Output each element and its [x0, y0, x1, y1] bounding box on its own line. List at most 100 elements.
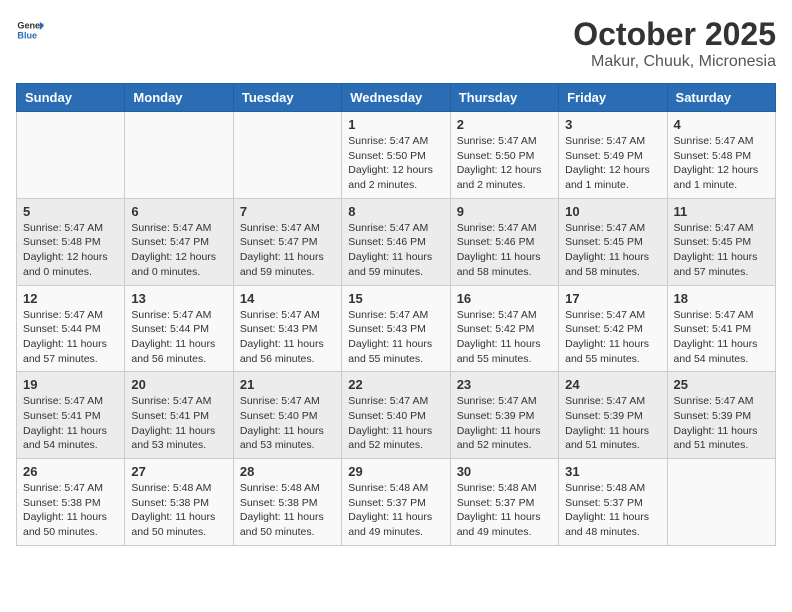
calendar-day-cell: 27 Sunrise: 5:48 AM Sunset: 5:38 PM Dayli… — [125, 459, 233, 546]
calendar-day-cell: 16 Sunrise: 5:47 AM Sunset: 5:42 PM Dayli… — [450, 285, 558, 372]
calendar-day-cell: 26Sunrise: 5:47 AM Sunset: 5:38 PM Dayli… — [17, 459, 125, 546]
weekday-header-cell: Friday — [559, 84, 667, 112]
day-info: Sunrise: 5:47 AM Sunset: 5:46 PM Dayligh… — [348, 221, 443, 280]
day-number: 5 — [23, 204, 118, 219]
weekday-header-cell: Monday — [125, 84, 233, 112]
calendar-day-cell: 25 Sunrise: 5:47 AM Sunset: 5:39 PM Dayli… — [667, 372, 775, 459]
calendar-week-row: 12 Sunrise: 5:47 AM Sunset: 5:44 PM Dayli… — [17, 285, 776, 372]
weekday-header-row: SundayMondayTuesdayWednesdayThursdayFrid… — [17, 84, 776, 112]
day-info: Sunrise: 5:47 AM Sunset: 5:50 PM Dayligh… — [457, 134, 552, 193]
day-number: 28 — [240, 464, 335, 479]
header: General Blue October 2025 Makur, Chuuk, … — [16, 16, 776, 71]
calendar-day-cell: 3 Sunrise: 5:47 AM Sunset: 5:49 PM Daylig… — [559, 112, 667, 199]
calendar-week-row: 26Sunrise: 5:47 AM Sunset: 5:38 PM Dayli… — [17, 459, 776, 546]
calendar-day-cell — [233, 112, 341, 199]
day-number: 26 — [23, 464, 118, 479]
day-number: 10 — [565, 204, 660, 219]
day-number: 2 — [457, 117, 552, 132]
day-info: Sunrise: 5:47 AM Sunset: 5:48 PM Dayligh… — [23, 221, 118, 280]
calendar-day-cell: 30Sunrise: 5:48 AM Sunset: 5:37 PM Dayli… — [450, 459, 558, 546]
calendar-body: 1 Sunrise: 5:47 AM Sunset: 5:50 PM Daylig… — [17, 112, 776, 546]
day-info: Sunrise: 5:47 AM Sunset: 5:42 PM Dayligh… — [457, 308, 552, 367]
day-number: 20 — [131, 377, 226, 392]
weekday-header-cell: Wednesday — [342, 84, 450, 112]
day-info: Sunrise: 5:47 AM Sunset: 5:47 PM Dayligh… — [131, 221, 226, 280]
day-info: Sunrise: 5:47 AM Sunset: 5:48 PM Dayligh… — [674, 134, 769, 193]
calendar-day-cell: 9Sunrise: 5:47 AM Sunset: 5:46 PM Daylig… — [450, 198, 558, 285]
day-number: 21 — [240, 377, 335, 392]
day-info: Sunrise: 5:47 AM Sunset: 5:45 PM Dayligh… — [565, 221, 660, 280]
day-number: 14 — [240, 291, 335, 306]
day-info: Sunrise: 5:47 AM Sunset: 5:41 PM Dayligh… — [674, 308, 769, 367]
calendar-day-cell: 17 Sunrise: 5:47 AM Sunset: 5:42 PM Dayli… — [559, 285, 667, 372]
calendar-day-cell: 2 Sunrise: 5:47 AM Sunset: 5:50 PM Daylig… — [450, 112, 558, 199]
day-number: 31 — [565, 464, 660, 479]
calendar-day-cell: 14 Sunrise: 5:47 AM Sunset: 5:43 PM Dayli… — [233, 285, 341, 372]
day-info: Sunrise: 5:47 AM Sunset: 5:44 PM Dayligh… — [23, 308, 118, 367]
day-number: 1 — [348, 117, 443, 132]
day-info: Sunrise: 5:47 AM Sunset: 5:42 PM Dayligh… — [565, 308, 660, 367]
day-number: 17 — [565, 291, 660, 306]
day-info: Sunrise: 5:47 AM Sunset: 5:39 PM Dayligh… — [457, 394, 552, 453]
day-info: Sunrise: 5:48 AM Sunset: 5:37 PM Dayligh… — [565, 481, 660, 540]
day-number: 13 — [131, 291, 226, 306]
day-info: Sunrise: 5:47 AM Sunset: 5:40 PM Dayligh… — [240, 394, 335, 453]
calendar-day-cell: 22 Sunrise: 5:47 AM Sunset: 5:40 PM Dayli… — [342, 372, 450, 459]
calendar-table: SundayMondayTuesdayWednesdayThursdayFrid… — [16, 83, 776, 546]
title-area: October 2025 Makur, Chuuk, Micronesia — [573, 16, 776, 71]
logo: General Blue — [16, 16, 44, 44]
day-info: Sunrise: 5:47 AM Sunset: 5:39 PM Dayligh… — [674, 394, 769, 453]
weekday-header-cell: Thursday — [450, 84, 558, 112]
day-number: 11 — [674, 204, 769, 219]
day-info: Sunrise: 5:47 AM Sunset: 5:47 PM Dayligh… — [240, 221, 335, 280]
day-number: 24 — [565, 377, 660, 392]
calendar-day-cell: 29 Sunrise: 5:48 AM Sunset: 5:37 PM Dayli… — [342, 459, 450, 546]
calendar-day-cell: 28 Sunrise: 5:48 AM Sunset: 5:38 PM Dayli… — [233, 459, 341, 546]
calendar-day-cell: 5 Sunrise: 5:47 AM Sunset: 5:48 PM Daylig… — [17, 198, 125, 285]
calendar-day-cell: 13Sunrise: 5:47 AM Sunset: 5:44 PM Dayli… — [125, 285, 233, 372]
day-info: Sunrise: 5:48 AM Sunset: 5:37 PM Dayligh… — [348, 481, 443, 540]
day-info: Sunrise: 5:47 AM Sunset: 5:40 PM Dayligh… — [348, 394, 443, 453]
day-number: 25 — [674, 377, 769, 392]
calendar-day-cell: 12 Sunrise: 5:47 AM Sunset: 5:44 PM Dayli… — [17, 285, 125, 372]
calendar-week-row: 19Sunrise: 5:47 AM Sunset: 5:41 PM Dayli… — [17, 372, 776, 459]
calendar-day-cell: 23 Sunrise: 5:47 AM Sunset: 5:39 PM Dayli… — [450, 372, 558, 459]
day-number: 16 — [457, 291, 552, 306]
day-number: 9 — [457, 204, 552, 219]
location-title: Makur, Chuuk, Micronesia — [573, 53, 776, 71]
calendar-week-row: 1 Sunrise: 5:47 AM Sunset: 5:50 PM Daylig… — [17, 112, 776, 199]
day-info: Sunrise: 5:47 AM Sunset: 5:50 PM Dayligh… — [348, 134, 443, 193]
day-number: 29 — [348, 464, 443, 479]
month-title: October 2025 — [573, 16, 776, 53]
day-number: 18 — [674, 291, 769, 306]
calendar-day-cell: 8 Sunrise: 5:47 AM Sunset: 5:46 PM Daylig… — [342, 198, 450, 285]
calendar-day-cell: 19Sunrise: 5:47 AM Sunset: 5:41 PM Dayli… — [17, 372, 125, 459]
day-info: Sunrise: 5:48 AM Sunset: 5:38 PM Dayligh… — [131, 481, 226, 540]
day-number: 3 — [565, 117, 660, 132]
day-info: Sunrise: 5:47 AM Sunset: 5:43 PM Dayligh… — [348, 308, 443, 367]
day-number: 6 — [131, 204, 226, 219]
day-number: 7 — [240, 204, 335, 219]
day-info: Sunrise: 5:47 AM Sunset: 5:43 PM Dayligh… — [240, 308, 335, 367]
calendar-day-cell: 21 Sunrise: 5:47 AM Sunset: 5:40 PM Dayli… — [233, 372, 341, 459]
calendar-day-cell: 1 Sunrise: 5:47 AM Sunset: 5:50 PM Daylig… — [342, 112, 450, 199]
calendar-day-cell — [125, 112, 233, 199]
day-number: 15 — [348, 291, 443, 306]
logo-icon: General Blue — [16, 16, 44, 44]
calendar-day-cell: 7 Sunrise: 5:47 AM Sunset: 5:47 PM Daylig… — [233, 198, 341, 285]
calendar-week-row: 5 Sunrise: 5:47 AM Sunset: 5:48 PM Daylig… — [17, 198, 776, 285]
calendar-day-cell: 10 Sunrise: 5:47 AM Sunset: 5:45 PM Dayli… — [559, 198, 667, 285]
day-info: Sunrise: 5:48 AM Sunset: 5:38 PM Dayligh… — [240, 481, 335, 540]
day-info: Sunrise: 5:47 AM Sunset: 5:49 PM Dayligh… — [565, 134, 660, 193]
day-info: Sunrise: 5:47 AM Sunset: 5:41 PM Dayligh… — [131, 394, 226, 453]
svg-text:Blue: Blue — [17, 30, 37, 40]
day-number: 27 — [131, 464, 226, 479]
calendar-day-cell — [17, 112, 125, 199]
day-number: 12 — [23, 291, 118, 306]
day-number: 23 — [457, 377, 552, 392]
day-number: 22 — [348, 377, 443, 392]
calendar-day-cell: 31 Sunrise: 5:48 AM Sunset: 5:37 PM Dayli… — [559, 459, 667, 546]
calendar-day-cell: 18 Sunrise: 5:47 AM Sunset: 5:41 PM Dayli… — [667, 285, 775, 372]
day-number: 8 — [348, 204, 443, 219]
weekday-header-cell: Sunday — [17, 84, 125, 112]
